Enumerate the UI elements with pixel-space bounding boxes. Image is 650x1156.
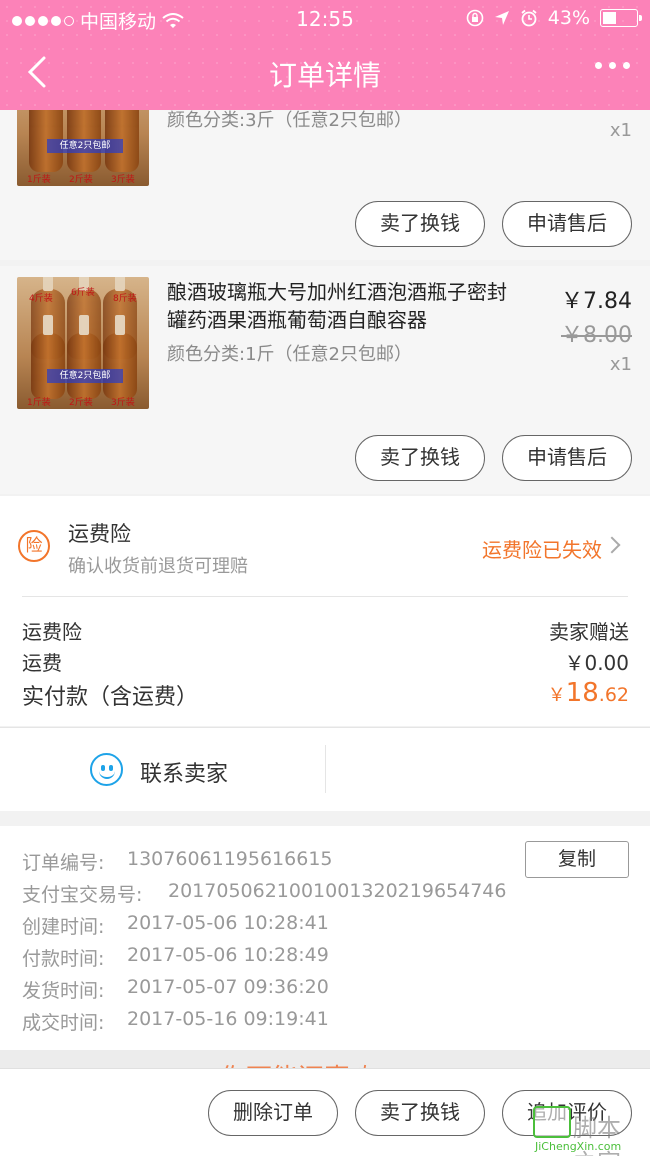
watermark-url: JiChengXin.com — [535, 1140, 622, 1153]
insurance-title: 运费险 — [68, 522, 131, 546]
alarm-icon — [521, 9, 537, 27]
product-image-label: 1斤装 — [27, 175, 51, 185]
order-info-label: 创建时间: — [22, 916, 105, 938]
product-title[interactable]: 酿酒玻璃瓶大号加州红酒泡酒瓶子密封罐药酒果酒瓶葡萄酒自酿容器 — [167, 278, 512, 334]
nav-bar: 订单详情 — [0, 36, 650, 110]
product-image-label: 6斤装 — [71, 288, 95, 298]
product-card[interactable]: 任意2只包邮 1斤装 2斤装 3斤装 颜色分类:3斤（任意2只包邮） x1 卖了… — [0, 54, 650, 260]
location-icon — [494, 11, 509, 25]
page-title: 订单详情 — [268, 59, 381, 92]
insurance-icon: 险 — [18, 530, 50, 562]
contact-seller-button[interactable]: 联系卖家 — [140, 756, 228, 788]
product-image-label: 3斤装 — [111, 175, 135, 185]
sell-button[interactable]: 卖了换钱 — [355, 435, 485, 481]
sell-button[interactable]: 卖了换钱 — [355, 1090, 485, 1136]
delete-order-button[interactable]: 删除订单 — [208, 1090, 338, 1136]
rotation-lock-icon — [466, 9, 484, 27]
total-label: 实付款（含运费） — [22, 685, 199, 710]
product-qty: x1 — [609, 354, 632, 375]
divider — [325, 745, 326, 793]
product-card[interactable]: 4斤装 6斤装 8斤装 任意2只包邮 1斤装 2斤装 3斤装 酿酒玻璃瓶大号加州… — [0, 266, 650, 494]
recommend-peek: 你可能还喜欢 — [0, 1050, 650, 1070]
after-sale-button[interactable]: 申请售后 — [502, 435, 632, 481]
battery-fill — [603, 12, 617, 24]
product-image-label: 8斤装 — [113, 294, 137, 304]
product-image[interactable]: 4斤装 6斤装 8斤装 任意2只包邮 1斤装 2斤装 3斤装 — [17, 277, 149, 409]
order-info-label: 订单编号: — [22, 852, 105, 874]
product-price: ￥7.84 — [561, 289, 632, 314]
order-info-value: 2017-05-16 09:19:41 — [127, 1008, 329, 1030]
watermark-logo: 脚本之家 JiChengXin.com — [533, 1106, 643, 1156]
status-bar: 中国移动 12:55 43% — [0, 0, 650, 36]
order-info-value: 2017-05-06 10:28:49 — [127, 944, 329, 966]
order-info-value: 2017-05-06 10:28:41 — [127, 912, 329, 934]
insurance-subtitle: 确认收货前退货可理赔 — [68, 556, 248, 577]
product-image-label: 2斤装 — [69, 175, 93, 185]
after-sale-button[interactable]: 申请售后 — [502, 201, 632, 247]
fee-label: 运费险 — [22, 620, 82, 644]
top-bar: 中国移动 12:55 43% 订单详情 — [0, 0, 650, 110]
insurance-status-link[interactable]: 运费险已失效 — [482, 534, 602, 563]
product-original-price: ￥8.00 — [561, 323, 632, 348]
product-image-label: 1斤装 — [27, 398, 51, 408]
product-image-label: 4斤装 — [29, 294, 53, 304]
battery-percent: 43% — [547, 7, 590, 29]
divider — [22, 596, 628, 597]
order-info-value: 13076061195616615 — [127, 848, 333, 870]
sell-button[interactable]: 卖了换钱 — [355, 201, 485, 247]
copy-button[interactable]: 复制 — [525, 841, 629, 878]
order-info-label: 成交时间: — [22, 1012, 105, 1034]
total-amount: ￥18.62 — [548, 678, 629, 708]
product-image-band: 任意2只包邮 — [47, 369, 123, 383]
order-info-value: 2017-05-07 09:36:20 — [127, 976, 329, 998]
product-qty: x1 — [609, 120, 632, 141]
product-sku: 颜色分类:1斤（任意2只包邮） — [167, 344, 412, 365]
product-image-band: 任意2只包邮 — [47, 139, 123, 153]
order-info-label: 支付宝交易号: — [22, 884, 143, 906]
product-image-label: 3斤装 — [111, 398, 135, 408]
smile-chat-icon[interactable] — [90, 753, 123, 786]
fee-value: 卖家赠送 — [549, 620, 629, 644]
battery-icon — [600, 9, 642, 27]
more-icon[interactable] — [595, 62, 630, 69]
product-image-label: 2斤装 — [69, 398, 93, 408]
order-info-label: 发货时间: — [22, 980, 105, 1002]
fee-value: ￥0.00 — [564, 651, 629, 675]
total-integer: 18 — [565, 678, 599, 708]
order-info-label: 付款时间: — [22, 948, 105, 970]
fee-label: 运费 — [22, 651, 62, 675]
total-currency: ￥ — [547, 685, 566, 706]
total-decimal: .62 — [598, 684, 629, 706]
order-info-value: 2017050621001001320219654746 — [168, 880, 507, 902]
